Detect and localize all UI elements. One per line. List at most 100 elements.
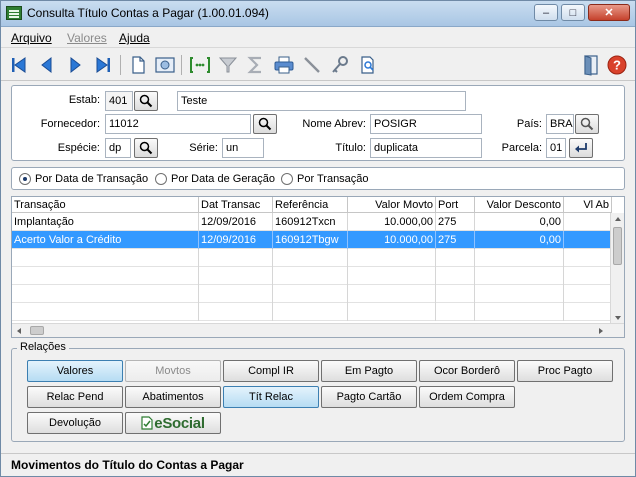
main-window: Consulta Título Contas a Pagar (1.00.01.… bbox=[0, 0, 636, 477]
tit-relac-button[interactable]: Tít Relac bbox=[223, 386, 319, 408]
movements-grid[interactable]: Transação Dat Transac Referência Valor M… bbox=[11, 196, 625, 338]
search-document-icon[interactable] bbox=[356, 53, 380, 77]
estab-field[interactable]: 401 bbox=[105, 91, 133, 111]
sum-icon[interactable] bbox=[244, 53, 268, 77]
pen-icon[interactable] bbox=[300, 53, 324, 77]
menu-ajuda[interactable]: Ajuda bbox=[119, 31, 150, 45]
relacoes-title: Relações bbox=[17, 341, 69, 353]
cell-vl-ab bbox=[564, 231, 612, 249]
fornecedor-lookup-button[interactable] bbox=[253, 114, 277, 134]
col-dat-transac[interactable]: Dat Transac bbox=[199, 197, 273, 213]
devolucao-button[interactable]: Devolução bbox=[27, 412, 123, 434]
nome-abrev-label: Nome Abrev: bbox=[302, 118, 366, 130]
app-icon bbox=[6, 6, 22, 20]
scroll-right-icon bbox=[599, 328, 603, 334]
previous-icon[interactable] bbox=[35, 53, 59, 77]
goto-icon[interactable] bbox=[188, 53, 212, 77]
menu-arquivo[interactable]: Arquivo bbox=[11, 31, 52, 45]
scroll-up-icon bbox=[615, 217, 621, 221]
nome-abrev-field[interactable]: POSIGR bbox=[370, 114, 482, 134]
empty-row bbox=[12, 249, 612, 267]
esocial-label: eSocial bbox=[154, 414, 205, 432]
ocor-bordero-button[interactable]: Ocor Borderô bbox=[419, 360, 515, 382]
view-icon[interactable] bbox=[153, 53, 177, 77]
new-document-icon[interactable] bbox=[126, 53, 150, 77]
ordem-compra-button[interactable]: Ordem Compra bbox=[419, 386, 515, 408]
valores-button[interactable]: Valores bbox=[27, 360, 123, 382]
col-port[interactable]: Port bbox=[436, 197, 475, 213]
minimize-button[interactable]: – bbox=[534, 4, 558, 21]
radio-button[interactable] bbox=[281, 173, 293, 185]
col-valor-movto[interactable]: Valor Movto bbox=[348, 197, 436, 213]
abatimentos-button[interactable]: Abatimentos bbox=[125, 386, 221, 408]
cell-port: 275 bbox=[436, 213, 475, 231]
parcela-label: Parcela: bbox=[501, 142, 542, 154]
titulo-label: Título: bbox=[335, 142, 366, 154]
col-referencia[interactable]: Referência bbox=[273, 197, 348, 213]
last-icon[interactable] bbox=[91, 53, 115, 77]
exit-icon[interactable] bbox=[579, 53, 603, 77]
relac-pend-button[interactable]: Relac Pend bbox=[27, 386, 123, 408]
col-valor-desconto[interactable]: Valor Desconto bbox=[475, 197, 564, 213]
radio-data-geracao[interactable]: Por Data de Geração bbox=[155, 173, 275, 185]
table-row[interactable]: Implantação 12/09/2016 160912Txcn 10.000… bbox=[12, 213, 612, 231]
print-icon[interactable] bbox=[272, 53, 296, 77]
key-icon[interactable] bbox=[328, 53, 352, 77]
compl-ir-button[interactable]: Compl IR bbox=[223, 360, 319, 382]
col-vl-ab[interactable]: Vl Ab bbox=[564, 197, 612, 213]
cell-transacao: Implantação bbox=[12, 213, 199, 231]
col-transacao[interactable]: Transação bbox=[12, 197, 199, 213]
toolbar: ? bbox=[1, 49, 635, 81]
cell-referencia: 160912Txcn bbox=[273, 213, 348, 231]
table-row-selected[interactable]: Acerto Valor a Crédito 12/09/2016 160912… bbox=[12, 231, 612, 249]
pagto-cartao-button[interactable]: Pagto Cartão bbox=[321, 386, 417, 408]
maximize-button[interactable]: □ bbox=[561, 4, 585, 21]
radio-data-transacao[interactable]: Por Data de Transação bbox=[19, 173, 148, 185]
serie-field[interactable]: un bbox=[222, 138, 264, 158]
em-pagto-button[interactable]: Em Pagto bbox=[321, 360, 417, 382]
empty-row bbox=[12, 285, 612, 303]
pais-field[interactable]: BRA bbox=[546, 114, 574, 134]
titulo-field[interactable]: duplicata bbox=[370, 138, 482, 158]
vertical-scroll-thumb[interactable] bbox=[613, 227, 622, 265]
close-button[interactable]: ✕ bbox=[588, 4, 630, 21]
grid-header: Transação Dat Transac Referência Valor M… bbox=[12, 197, 612, 213]
search-icon bbox=[139, 94, 153, 108]
especie-lookup-button[interactable] bbox=[134, 138, 158, 158]
radio-label: Por Data de Geração bbox=[171, 173, 275, 185]
svg-text:?: ? bbox=[613, 58, 621, 73]
horizontal-scroll-thumb[interactable] bbox=[30, 326, 44, 335]
esocial-logo-icon: eSocial bbox=[141, 414, 205, 432]
pais-lookup-button[interactable] bbox=[575, 114, 599, 134]
radio-button[interactable] bbox=[155, 173, 167, 185]
parcela-enter-button[interactable] bbox=[569, 138, 593, 158]
status-bar: Movimentos do Título do Contas a Pagar bbox=[1, 453, 635, 476]
serie-label: Série: bbox=[189, 142, 218, 154]
cell-data: 12/09/2016 bbox=[199, 213, 273, 231]
proc-pagto-button[interactable]: Proc Pagto bbox=[517, 360, 613, 382]
horizontal-scrollbar[interactable] bbox=[12, 323, 624, 337]
empty-row bbox=[12, 267, 612, 285]
fornecedor-label: Fornecedor: bbox=[40, 118, 100, 130]
empty-row bbox=[12, 303, 612, 321]
estab-lookup-button[interactable] bbox=[134, 91, 158, 111]
filter-icon[interactable] bbox=[216, 53, 240, 77]
menu-valores[interactable]: Valores bbox=[67, 31, 107, 45]
next-icon[interactable] bbox=[63, 53, 87, 77]
first-icon[interactable] bbox=[7, 53, 31, 77]
help-icon[interactable]: ? bbox=[605, 53, 629, 77]
radio-transacao[interactable]: Por Transação bbox=[281, 173, 369, 185]
window-title: Consulta Título Contas a Pagar (1.00.01.… bbox=[27, 6, 269, 20]
especie-label: Espécie: bbox=[57, 142, 100, 154]
estab-name-field[interactable]: Teste bbox=[177, 91, 466, 111]
cell-vl-ab bbox=[564, 213, 612, 231]
vertical-scrollbar[interactable] bbox=[610, 213, 624, 324]
especie-field[interactable]: dp bbox=[105, 138, 131, 158]
fornecedor-field[interactable]: 11012 bbox=[105, 114, 251, 134]
esocial-button[interactable]: eSocial bbox=[125, 412, 221, 434]
radio-button[interactable] bbox=[19, 173, 31, 185]
parcela-field[interactable]: 01 bbox=[546, 138, 566, 158]
movtos-button[interactable]: Movtos bbox=[125, 360, 221, 382]
cell-data: 12/09/2016 bbox=[199, 231, 273, 249]
cell-port: 275 bbox=[436, 231, 475, 249]
